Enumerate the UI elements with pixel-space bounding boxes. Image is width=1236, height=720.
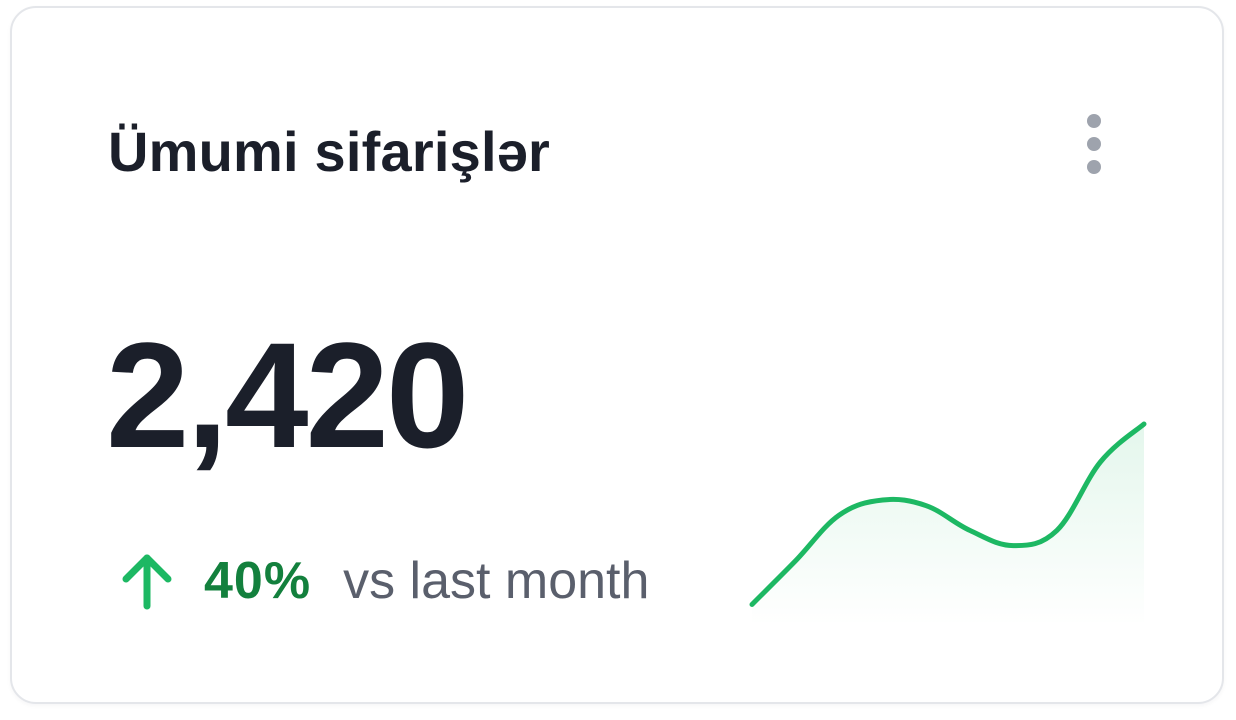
more-vertical-icon xyxy=(1087,114,1101,128)
trend-percentage: 40% xyxy=(204,552,312,610)
more-options-button[interactable] xyxy=(1074,104,1114,184)
sparkline-area xyxy=(752,424,1144,626)
metric-value: 2,420 xyxy=(106,311,469,479)
card-title: Ümumi sifarişlər xyxy=(108,120,551,183)
trend-label: vs last month xyxy=(343,552,650,610)
trend-row: 40% vs last month xyxy=(118,546,649,616)
more-vertical-icon-dot xyxy=(1087,160,1101,174)
more-vertical-icon-dot xyxy=(1087,137,1101,151)
sparkline-chart xyxy=(749,421,1147,626)
arrow-up-icon xyxy=(122,554,172,610)
orders-metric-card: Ümumi sifarişlər 2,420 40% vs last month xyxy=(10,6,1224,704)
